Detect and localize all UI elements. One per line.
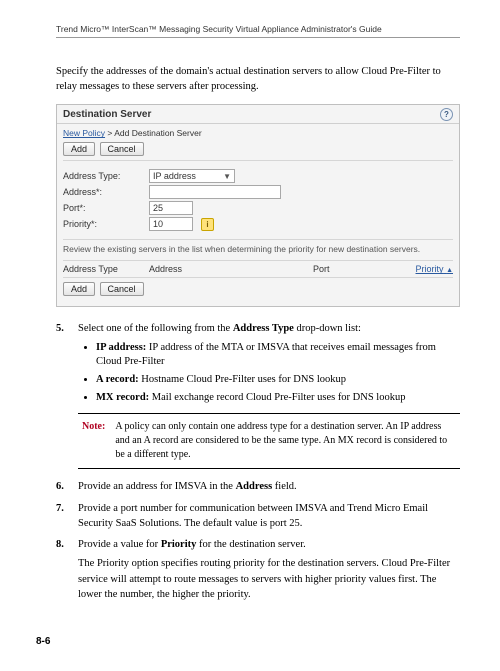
form-area: Address Type: IP address ▼ Address*: Por… (63, 160, 453, 240)
breadcrumb: New Policy > Add Destination Server (63, 128, 453, 138)
table-header: Address Type Address Port Priority ▲ (63, 261, 453, 278)
help-icon[interactable]: ? (440, 108, 453, 121)
step-8: Provide a value for Priority for the des… (56, 537, 460, 602)
step-7: Provide a port number for communication … (56, 501, 460, 531)
priority-hint: Review the existing servers in the list … (63, 240, 453, 261)
address-type-select[interactable]: IP address ▼ (149, 169, 235, 183)
add-button-bottom[interactable]: Add (63, 282, 95, 296)
breadcrumb-current: Add Destination Server (114, 128, 201, 138)
port-input[interactable]: 25 (149, 201, 193, 215)
panel-title: Destination Server (63, 109, 151, 120)
page-number: 8-6 (36, 636, 460, 647)
address-input[interactable] (149, 185, 281, 199)
col-address: Address (149, 264, 313, 274)
bullet-ip-address: IP address: IP address of the MTA or IMS… (96, 341, 460, 370)
priority-input[interactable]: 10 (149, 217, 193, 231)
info-icon[interactable]: i (201, 218, 214, 231)
breadcrumb-link-new-policy[interactable]: New Policy (63, 128, 105, 138)
label-port: Port*: (63, 203, 141, 213)
add-button[interactable]: Add (63, 142, 95, 156)
cancel-button[interactable]: Cancel (100, 142, 144, 156)
note-label: Note: (82, 420, 105, 462)
sort-asc-icon: ▲ (446, 267, 453, 274)
note-text: A policy can only contain one address ty… (115, 420, 456, 462)
label-priority: Priority*: (63, 219, 141, 229)
bullet-mx-record: MX record: Mail exchange record Cloud Pr… (96, 391, 460, 406)
label-address-type: Address Type: (63, 171, 141, 181)
label-address: Address*: (63, 187, 141, 197)
step-6: Provide an address for IMSVA in the Addr… (56, 479, 460, 494)
running-head: Trend Micro™ InterScan™ Messaging Securi… (56, 24, 460, 38)
bullet-a-record: A record: Hostname Cloud Pre-Filter uses… (96, 373, 460, 388)
step-8-para: The Priority option specifies routing pr… (78, 556, 460, 602)
col-priority[interactable]: Priority ▲ (393, 264, 453, 274)
note-box: Note: A policy can only contain one addr… (78, 413, 460, 469)
intro-paragraph: Specify the addresses of the domain's ac… (56, 64, 460, 94)
cancel-button-bottom[interactable]: Cancel (100, 282, 144, 296)
address-type-value: IP address (153, 171, 196, 181)
chevron-down-icon: ▼ (223, 172, 231, 181)
col-address-type: Address Type (63, 264, 149, 274)
step-5: Select one of the following from the Add… (56, 321, 460, 405)
destination-server-figure: Destination Server ? New Policy > Add De… (56, 104, 460, 307)
col-port: Port (313, 264, 393, 274)
